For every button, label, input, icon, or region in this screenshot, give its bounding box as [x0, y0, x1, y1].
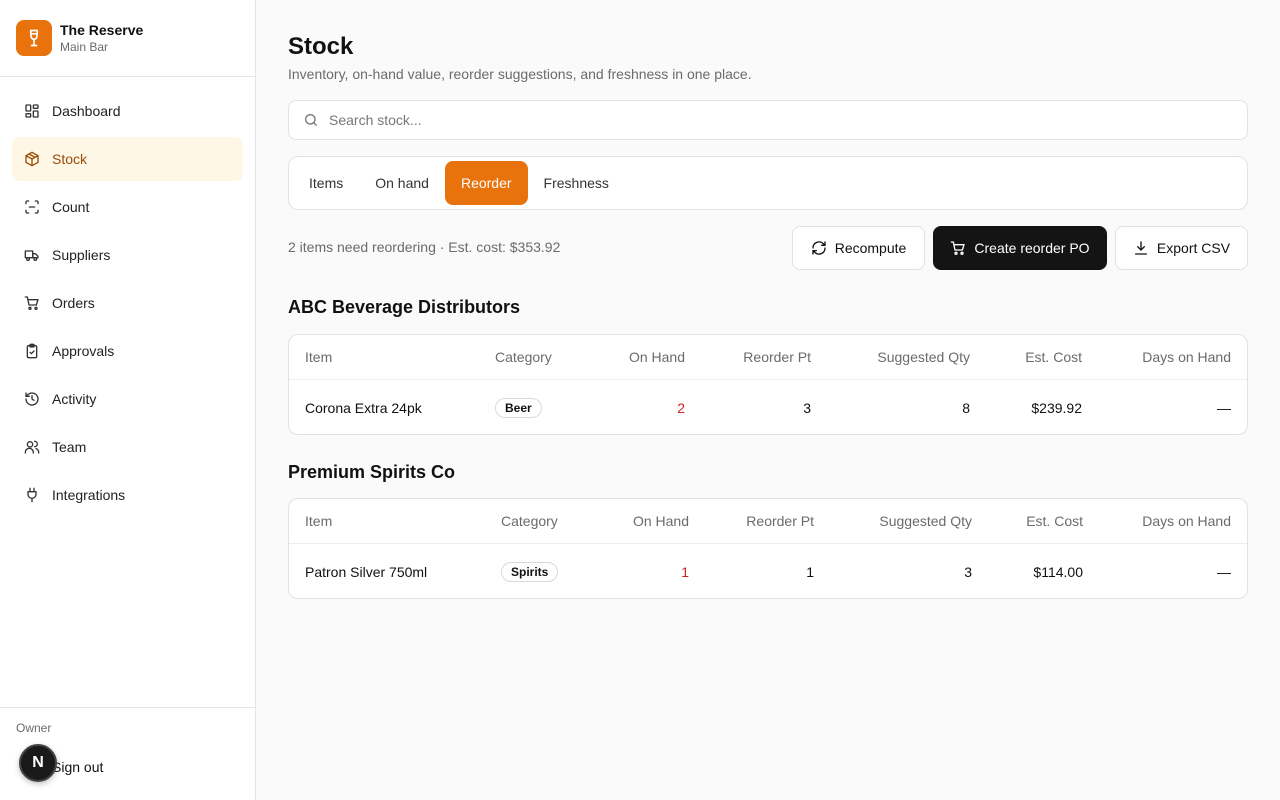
table-row[interactable]: Patron Silver 750ml Spirits 1 1 3 $114.0… — [289, 544, 1247, 598]
tab-items[interactable]: Items — [293, 161, 359, 205]
column-header-on-hand[interactable]: On Hand — [629, 335, 685, 379]
suggested-qty-value: 3 — [964, 563, 972, 580]
tab-freshness[interactable]: Freshness — [528, 161, 625, 205]
export-csv-label: Export CSV — [1156, 240, 1231, 256]
plug-icon — [24, 487, 40, 503]
table-header: Item Category On Hand Reorder Pt Suggest… — [289, 499, 1247, 544]
page-title: Stock — [288, 33, 354, 60]
category-badge: Beer — [495, 397, 542, 418]
sidebar-item-label: Activity — [52, 391, 97, 407]
search-bar[interactable] — [288, 100, 1248, 140]
brand-header[interactable]: The Reserve Main Bar — [0, 0, 255, 77]
column-header-category[interactable]: Category — [495, 335, 552, 379]
sidebar: The Reserve Main Bar Dashboard Stock Cou… — [0, 0, 256, 800]
reorder-pt-value: 1 — [806, 563, 814, 580]
recompute-label: Recompute — [834, 240, 907, 256]
sidebar-item-approvals[interactable]: Approvals — [12, 329, 243, 373]
column-header-days-on-hand[interactable]: Days on Hand — [1142, 499, 1231, 543]
item-name: Corona Extra 24pk — [305, 399, 422, 416]
cart-icon — [24, 295, 40, 311]
sidebar-item-orders[interactable]: Orders — [12, 281, 243, 325]
dashboard-icon — [24, 103, 40, 119]
column-header-on-hand[interactable]: On Hand — [633, 499, 689, 543]
sidebar-item-label: Team — [52, 439, 87, 455]
column-header-est-cost[interactable]: Est. Cost — [1026, 499, 1083, 543]
sidebar-footer: Owner Sign out N — [0, 707, 255, 800]
sign-out-label: Sign out — [52, 759, 104, 775]
search-icon — [303, 112, 319, 128]
column-header-reorder-pt[interactable]: Reorder Pt — [743, 335, 811, 379]
sidebar-nav: Dashboard Stock Count Suppliers Orders A… — [0, 77, 255, 517]
column-header-category[interactable]: Category — [501, 499, 558, 543]
on-hand-value: 2 — [677, 399, 685, 416]
sidebar-item-dashboard[interactable]: Dashboard — [12, 89, 243, 133]
on-hand-value: 1 — [681, 563, 689, 580]
brand-name: The Reserve — [60, 22, 144, 38]
sidebar-item-label: Count — [52, 199, 90, 215]
sidebar-item-label: Stock — [52, 151, 88, 167]
sidebar-item-label: Approvals — [52, 343, 115, 359]
sidebar-item-activity[interactable]: Activity — [12, 377, 243, 421]
reorder-summary: 2 items need reordering · Est. cost: $35… — [288, 239, 561, 255]
cart-icon — [950, 240, 966, 256]
reorder-table: Item Category On Hand Reorder Pt Suggest… — [288, 334, 1248, 435]
tab-reorder[interactable]: Reorder — [444, 161, 528, 205]
sidebar-item-team[interactable]: Team — [12, 425, 243, 469]
truck-icon — [24, 247, 40, 263]
column-header-suggested-qty[interactable]: Suggested Qty — [877, 335, 970, 379]
days-on-hand-value: — — [1217, 563, 1231, 580]
column-header-est-cost[interactable]: Est. Cost — [1025, 335, 1082, 379]
history-icon — [24, 391, 40, 407]
sidebar-item-suppliers[interactable]: Suppliers — [12, 233, 243, 277]
create-reorder-po-label: Create reorder PO — [974, 240, 1090, 256]
refresh-icon — [811, 240, 827, 256]
wine-glass-icon — [16, 20, 52, 56]
user-role: Owner — [16, 721, 52, 735]
column-header-item[interactable]: Item — [305, 499, 332, 543]
reorder-pt-value: 3 — [803, 399, 811, 416]
supplier-heading: ABC Beverage Distributors — [288, 297, 521, 317]
brand-location: Main Bar — [60, 40, 109, 54]
column-header-suggested-qty[interactable]: Suggested Qty — [879, 499, 972, 543]
item-name: Patron Silver 750ml — [305, 563, 428, 580]
clipboard-check-icon — [24, 343, 40, 359]
days-on-hand-value: — — [1217, 399, 1231, 416]
column-header-item[interactable]: Item — [305, 335, 332, 379]
sidebar-item-label: Suppliers — [52, 247, 111, 263]
suggested-qty-value: 8 — [962, 399, 970, 416]
export-csv-button[interactable]: Export CSV — [1115, 226, 1248, 270]
box-icon — [24, 151, 40, 167]
scan-icon — [24, 199, 40, 215]
est-cost-value: $239.92 — [1031, 399, 1082, 416]
column-header-days-on-hand[interactable]: Days on Hand — [1142, 335, 1231, 379]
recompute-button[interactable]: Recompute — [792, 226, 925, 270]
search-input[interactable] — [329, 112, 1209, 128]
sidebar-item-label: Dashboard — [52, 103, 121, 119]
download-icon — [1133, 240, 1149, 256]
table-row[interactable]: Corona Extra 24pk Beer 2 3 8 $239.92 — — [289, 380, 1247, 434]
supplier-heading: Premium Spirits Co — [288, 462, 456, 482]
est-cost-value: $114.00 — [1033, 563, 1083, 580]
reorder-table: Item Category On Hand Reorder Pt Suggest… — [288, 498, 1248, 599]
stock-tabs: Items On hand Reorder Freshness — [288, 156, 1248, 210]
sidebar-item-stock[interactable]: Stock — [12, 137, 243, 181]
column-header-reorder-pt[interactable]: Reorder Pt — [746, 499, 814, 543]
sidebar-item-count[interactable]: Count — [12, 185, 243, 229]
users-icon — [24, 439, 40, 455]
category-badge: Spirits — [501, 561, 559, 582]
avatar[interactable]: N — [19, 744, 57, 782]
page-subtitle: Inventory, on-hand value, reorder sugges… — [288, 66, 752, 82]
sidebar-item-label: Integrations — [52, 487, 126, 503]
table-header: Item Category On Hand Reorder Pt Suggest… — [289, 335, 1247, 380]
sidebar-item-integrations[interactable]: Integrations — [12, 473, 243, 517]
sidebar-item-label: Orders — [52, 295, 95, 311]
create-reorder-po-button[interactable]: Create reorder PO — [933, 226, 1107, 270]
tab-on-hand[interactable]: On hand — [359, 161, 445, 205]
